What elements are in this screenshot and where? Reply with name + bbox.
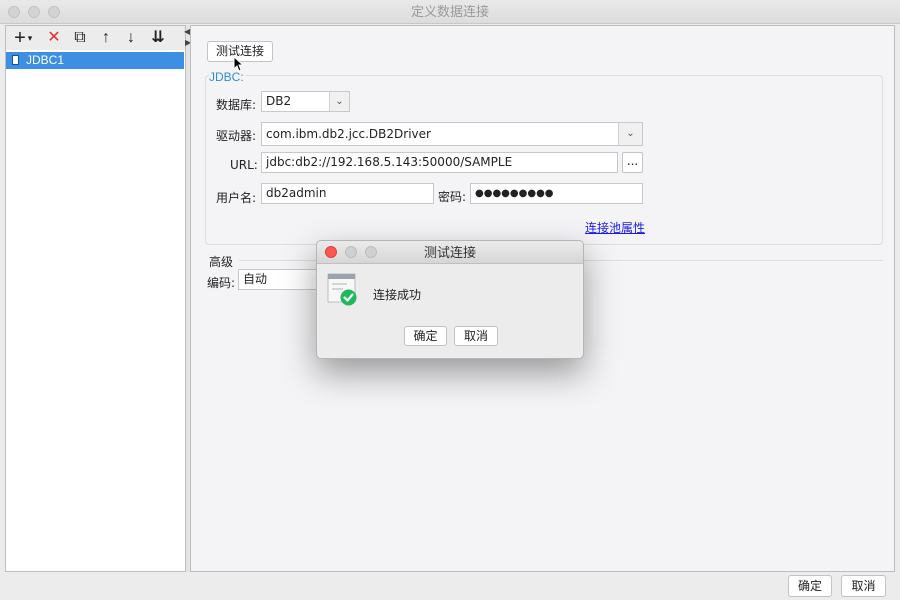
password-label: 密码: [438,190,467,204]
connection-pool-properties-link[interactable]: 连接池属性 [585,219,645,236]
window-title-bar: 定义数据连接 [0,0,900,24]
database-label: 数据库: [216,98,257,112]
connection-toolbar: + ▾ ✕ ⧉ ↑ ↓ ⇊ [6,26,185,50]
dialog-zoom-button[interactable] [365,246,377,258]
chevron-down-icon[interactable]: ⌄ [618,123,642,145]
chevron-down-icon[interactable]: ⌄ [329,92,349,111]
connection-list-panel: + ▾ ✕ ⧉ ↑ ↓ ⇊ JDBC1 [5,25,186,572]
copy-icon[interactable]: ⧉ [69,28,91,48]
dialog-close-button[interactable] [325,246,337,258]
driver-label: 驱动器: [216,129,257,143]
import-icon[interactable]: ⇊ [147,28,169,48]
dialog-cancel-button[interactable]: 取消 [454,326,498,346]
test-connection-dialog: 测试连接 连接成功 确定 取消 [316,240,584,359]
connection-icon [12,55,19,65]
add-menu-chevron-icon[interactable]: ▾ [25,28,35,48]
connection-item-jdbc1[interactable]: JDBC1 [6,52,184,69]
zoom-window-button[interactable] [48,6,60,18]
dialog-title-bar: 测试连接 [317,241,583,264]
dialog-message: 连接成功 [373,288,422,302]
window-title: 定义数据连接 [410,4,489,19]
dialog-title: 测试连接 [423,245,476,260]
encoding-select[interactable]: 自动 [238,269,328,290]
cancel-button[interactable]: 取消 [841,575,886,597]
close-window-button[interactable] [8,6,20,18]
move-down-icon[interactable]: ↓ [120,28,142,48]
jdbc-group-title: JDBC: [209,70,246,84]
url-input[interactable]: jdbc:db2://192.168.5.143:50000/SAMPLE [261,152,618,173]
success-check-icon [327,273,357,306]
database-value: DB2 [266,94,292,108]
driver-value: com.ibm.db2.jcc.DB2Driver [266,127,431,141]
driver-select[interactable]: com.ibm.db2.jcc.DB2Driver ⌄ [261,122,643,146]
dialog-minimize-button[interactable] [345,246,357,258]
move-up-icon[interactable]: ↑ [95,28,117,48]
connection-label: JDBC1 [26,53,65,67]
database-select[interactable]: DB2 ⌄ [261,91,350,112]
dialog-ok-button[interactable]: 确定 [404,326,447,346]
minimize-window-button[interactable] [28,6,40,18]
delete-icon[interactable]: ✕ [43,28,65,48]
ok-button[interactable]: 确定 [788,575,832,597]
url-label: URL: [230,158,258,172]
url-more-button[interactable]: ... [622,152,643,173]
advanced-section-title: 高级 [209,255,234,269]
encoding-value: 自动 [243,272,268,286]
username-input[interactable]: db2admin [261,183,434,204]
username-label: 用户名: [216,191,257,205]
url-value: jdbc:db2://192.168.5.143:50000/SAMPLE [266,155,513,169]
username-value: db2admin [266,186,327,200]
encoding-label: 编码: [207,276,236,290]
password-input[interactable]: ●●●●●●●●● [470,183,643,204]
password-value: ●●●●●●●●● [475,188,554,199]
